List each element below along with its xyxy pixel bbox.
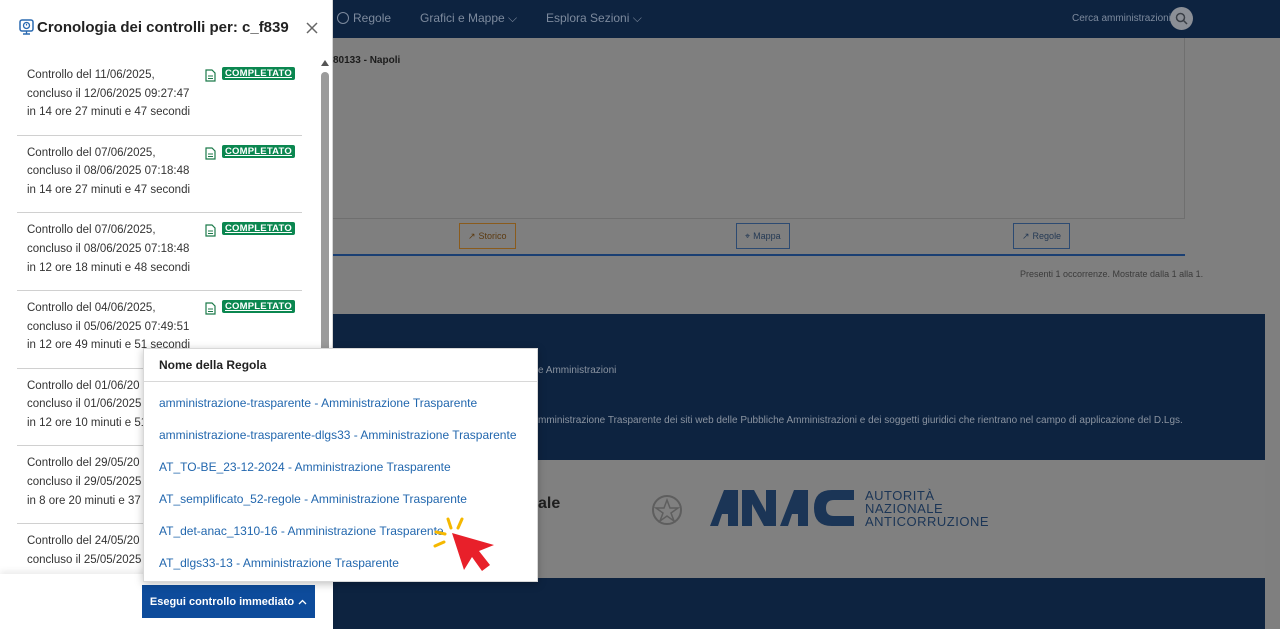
chevron-down-icon: ⌵ — [508, 11, 518, 25]
nav-grafici[interactable]: Grafici e Mappe ⌵ — [420, 11, 517, 26]
storico-button[interactable]: ↗ Storico — [459, 223, 516, 249]
history-completed: concluso il 08/06/2025 07:18:48 — [27, 165, 190, 178]
history-icon — [19, 19, 34, 35]
chevron-down-icon: ⌵ — [632, 11, 642, 25]
run-check-now-button[interactable]: Esegui controllo immediato — [142, 585, 315, 618]
italy-emblem-icon — [652, 495, 682, 525]
history-completed: concluso il 08/06/2025 07:18:48 — [27, 242, 190, 255]
address-text: 80133 - Napoli — [333, 55, 401, 66]
rule-option[interactable]: AT_det-anac_1310-16 - Amministrazione Tr… — [159, 524, 444, 538]
status-badge[interactable]: COMPLETATO — [222, 144, 295, 158]
history-item: Controllo del 11/06/2025, concluso il 12… — [17, 58, 302, 136]
status-badge[interactable]: COMPLETATO — [222, 222, 295, 236]
history-duration: in 12 ore 18 minuti e 48 secondi — [27, 261, 191, 274]
history-item: Controllo del 07/06/2025, concluso il 08… — [17, 213, 302, 292]
document-icon[interactable] — [205, 224, 216, 237]
status-badge[interactable]: COMPLETATO — [222, 300, 295, 314]
history-duration: in 14 ore 27 minuti e 47 secondi — [27, 183, 191, 196]
scroll-thumb[interactable] — [321, 72, 329, 372]
search-icon — [1175, 12, 1188, 25]
logo-text-partial: ale — [538, 495, 561, 512]
divider — [144, 381, 537, 382]
rule-option[interactable]: AT_TO-BE_23-12-2024 - Amministrazione Tr… — [159, 460, 451, 474]
document-icon[interactable] — [205, 147, 216, 160]
rule-option[interactable]: AT_dlgs33-13 - Amministrazione Trasparen… — [159, 556, 399, 570]
regole-label: Regole — [1032, 231, 1062, 241]
panel-header: Cronologia dei controlli per: c_f839 — [0, 0, 333, 58]
chart-icon: ↗ — [1022, 230, 1030, 241]
nav-regole[interactable]: Regole — [337, 11, 391, 25]
content-card — [333, 38, 1185, 218]
footer-bottom — [333, 578, 1265, 629]
mappa-button[interactable]: ⌖ Mappa — [736, 223, 790, 249]
scroll-up-arrow-icon[interactable] — [321, 60, 329, 66]
search-label: Cerca amministrazioni — [1072, 13, 1171, 24]
chevron-up-icon — [298, 599, 307, 604]
dropdown-header: Nome della Regola — [159, 358, 267, 372]
map-pin-icon: ⌖ — [745, 230, 751, 241]
chart-icon: ↗ — [468, 230, 476, 241]
anac-line: ANTICORRUZIONE — [865, 514, 989, 529]
anac-logo — [710, 490, 854, 526]
status-badge[interactable]: COMPLETATO — [222, 67, 295, 80]
mappa-label: Mappa — [753, 231, 781, 241]
anac-wordmark: AUTORITÀ NAZIONALE ANTICORRUZIONE — [865, 489, 989, 528]
nav-esplora[interactable]: Esplora Sezioni ⌵ — [546, 11, 642, 26]
rule-option[interactable]: AT_semplificato_52-regole - Amministrazi… — [159, 492, 467, 506]
search-button[interactable] — [1170, 7, 1193, 30]
document-icon[interactable] — [205, 302, 216, 315]
rule-option[interactable]: amministrazione-trasparente-dlgs33 - Amm… — [159, 428, 517, 442]
panel-title: Cronologia dei controlli per: c_f839 — [37, 19, 289, 36]
history-completed: concluso il 05/06/2025 07:49:51 — [27, 320, 190, 333]
gear-icon — [337, 12, 349, 24]
rule-option[interactable]: amministrazione-trasparente - Amministra… — [159, 396, 477, 410]
nav-grafici-label: Grafici e Mappe — [420, 11, 505, 25]
action-row: ↗ Storico ⌖ Mappa ↗ Regole — [333, 218, 1185, 256]
history-item: Controllo del 07/06/2025, concluso il 08… — [17, 136, 302, 214]
results-count: Presenti 1 occorrenze. Mostrate dalla 1 … — [1020, 269, 1204, 279]
history-completed: concluso il 12/06/2025 09:27:47 — [27, 87, 190, 100]
regole-button[interactable]: ↗ Regole — [1013, 223, 1071, 249]
history-duration: in 14 ore 27 minuti e 47 secondi — [27, 106, 191, 119]
run-check-label: Esegui controllo immediato — [149, 595, 295, 608]
storico-label: Storico — [478, 231, 507, 241]
nav-regole-label: Regole — [353, 11, 392, 25]
right-gutter — [1265, 314, 1280, 629]
footer-description: mministrazione Trasparente dei siti web … — [538, 415, 1183, 426]
nav-esplora-label: Esplora Sezioni — [546, 11, 630, 25]
footer-text: e Amministrazioni — [538, 365, 617, 376]
click-cursor-icon — [433, 517, 494, 571]
document-icon[interactable] — [205, 69, 216, 82]
close-icon[interactable] — [305, 21, 319, 35]
